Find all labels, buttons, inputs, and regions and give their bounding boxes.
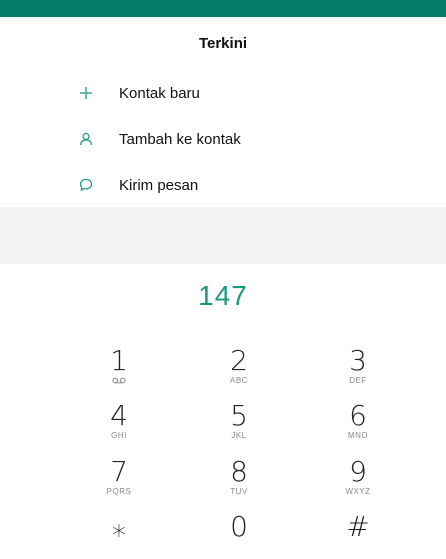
key-digit: 6 [349,399,367,432]
key-digit: 8 [230,455,248,488]
plus-icon [78,85,94,101]
chat-bubble-icon [78,177,94,193]
key-digit: 4 [110,399,128,432]
menu-item-send-message[interactable]: Kirim pesan [0,162,446,208]
key-digit: 7 [110,455,128,488]
divider-band [0,207,446,264]
key-digit: 3 [349,344,367,377]
dial-key-8[interactable]: 8 TUV [184,457,294,509]
key-digit: 0 [230,510,248,543]
key-digit: 5 [230,399,248,432]
dial-key-star[interactable]: ⁎ [64,512,174,556]
dial-key-7[interactable]: 7 PQRS [64,457,174,509]
dial-key-0[interactable]: 0 [184,512,294,556]
dial-key-9[interactable]: 9 WXYZ [303,457,413,509]
page-title: Terkini [198,35,248,52]
voicemail-icon [112,377,126,384]
dial-key-4[interactable]: 4 GHI [64,401,174,453]
key-digit: ⁎ [112,510,126,543]
dial-key-6[interactable]: 6 MNO [303,401,413,453]
key-letters: GHI [111,431,127,440]
key-letters: DEF [349,376,367,385]
key-letters: MNO [347,431,369,440]
dialed-number[interactable]: 147 [0,280,446,312]
menu-item-label: Kontak baru [119,84,200,102]
menu-item-label: Kirim pesan [119,176,199,194]
key-digit: # [346,510,370,543]
key-letters: WXYZ [345,487,371,496]
menu-item-label: Tambah ke kontak [119,130,241,148]
key-letters: TUV [230,487,248,496]
key-digit: 1 [110,344,128,377]
dial-key-5[interactable]: 5 JKL [184,401,294,453]
key-letters: JKL [231,431,247,440]
menu-item-new-contact[interactable]: Kontak baru [0,70,446,116]
menu-item-add-to-contact[interactable]: Tambah ke kontak [0,116,446,162]
person-icon [78,131,94,147]
key-digit: 9 [349,455,367,488]
key-letters: PQRS [106,487,132,496]
key-digit: 2 [230,344,248,377]
key-letters: ABC [230,376,248,385]
dial-key-3[interactable]: 3 DEF [303,346,413,398]
dial-key-hash[interactable]: # [303,512,413,556]
dial-key-1[interactable]: 1 [64,346,174,398]
dial-key-2[interactable]: 2 ABC [184,346,294,398]
status-bar [0,0,446,17]
